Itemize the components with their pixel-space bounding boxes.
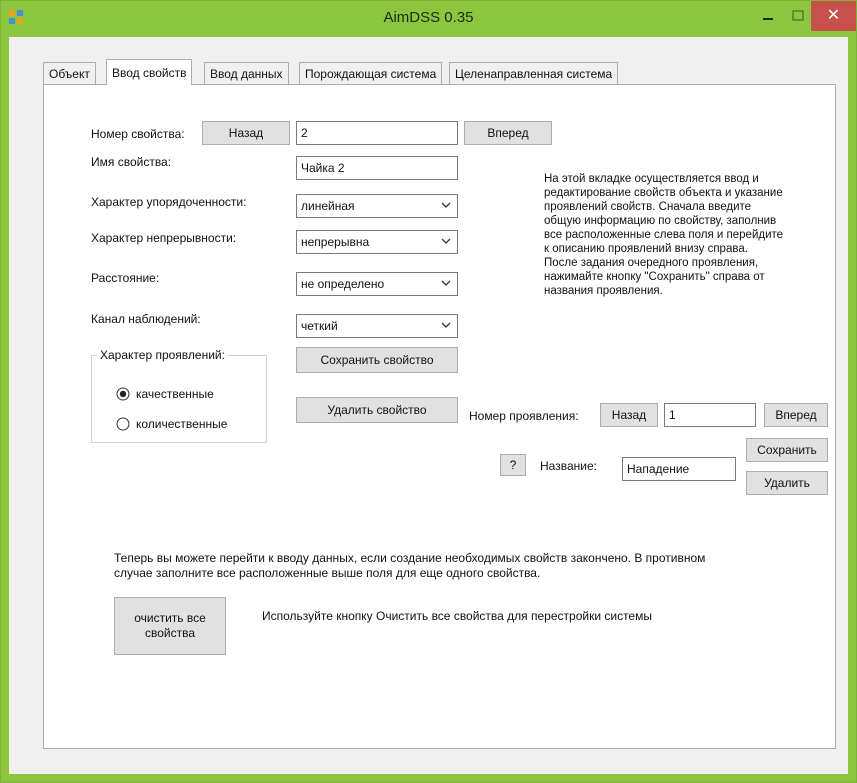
order-label: Характер упорядоченности:	[91, 195, 247, 209]
chevron-down-icon	[441, 322, 451, 328]
footer-hint: Теперь вы можете перейти к вводу данных,…	[114, 551, 706, 580]
order-select[interactable]: линейная	[296, 194, 458, 218]
tab-property-input[interactable]: Ввод свойств	[106, 59, 193, 85]
delete-manifestation-button[interactable]: Удалить	[746, 471, 828, 495]
order-select-value: линейная	[301, 199, 355, 213]
property-number-label: Номер свойства:	[91, 127, 185, 141]
distance-label: Расстояние:	[91, 271, 160, 285]
radio-selected-icon[interactable]	[116, 387, 130, 401]
clear-all-hint: Используйте кнопку Очистить все свойства…	[262, 609, 652, 623]
window-title: AimDSS 0.35	[383, 9, 474, 26]
channel-label: Канал наблюдений:	[91, 312, 201, 326]
minimize-icon[interactable]	[755, 6, 781, 28]
channel-select[interactable]: четкий	[296, 314, 458, 338]
property-forward-button[interactable]: Вперед	[464, 121, 552, 145]
info-description: На этой вкладке осуществляется ввод и ре…	[544, 173, 784, 297]
manifest-type-legend: Характер проявлений:	[97, 348, 228, 362]
radio-unselected-icon[interactable]	[116, 417, 130, 431]
channel-select-value: четкий	[301, 319, 338, 333]
continuity-label: Характер непрерывности:	[91, 231, 237, 245]
continuity-select-value: непрерывна	[301, 235, 370, 249]
clear-all-properties-button[interactable]: очистить все свойства	[114, 597, 226, 655]
chevron-down-icon	[441, 238, 451, 244]
manifestation-name-input[interactable]: Нападение	[622, 457, 736, 481]
chevron-down-icon	[441, 280, 451, 286]
manifest-type-group: Характер проявлений: качественные количе…	[91, 348, 267, 443]
tab-generating-system[interactable]: Порождающая система	[299, 62, 443, 84]
property-input-panel: Номер свойства: Назад 2 Вперед Имя свойс…	[43, 84, 836, 749]
manifestation-back-button[interactable]: Назад	[600, 403, 658, 427]
form-client-area: Объект Ввод свойств Ввод данных Порождаю…	[9, 37, 848, 774]
save-manifestation-button[interactable]: Сохранить	[746, 438, 828, 462]
manifestation-forward-button[interactable]: Вперед	[764, 403, 828, 427]
save-property-button[interactable]: Сохранить свойство	[296, 347, 458, 373]
continuity-select[interactable]: непрерывна	[296, 230, 458, 254]
manifestation-number-label: Номер проявления:	[469, 409, 579, 423]
property-back-button[interactable]: Назад	[202, 121, 290, 145]
tab-data-input[interactable]: Ввод данных	[204, 62, 289, 84]
distance-select[interactable]: не определено	[296, 272, 458, 296]
property-name-label: Имя свойства:	[91, 155, 172, 169]
distance-select-value: не определено	[301, 277, 385, 291]
chevron-down-icon	[441, 202, 451, 208]
help-button[interactable]: ?	[500, 454, 526, 476]
manifestation-name-label: Название:	[540, 459, 597, 473]
maximize-icon[interactable]	[785, 6, 811, 28]
tab-goal-system[interactable]: Целенаправленная система	[449, 62, 619, 84]
tab-object[interactable]: Объект	[43, 62, 96, 84]
property-name-input[interactable]: Чайка 2	[296, 156, 458, 180]
property-number-input[interactable]: 2	[296, 121, 458, 145]
app-window: AimDSS 0.35 ✕ Объект Ввод свойств Ввод д…	[0, 0, 857, 783]
delete-property-button[interactable]: Удалить свойство	[296, 397, 458, 423]
manifestation-number-input[interactable]: 1	[664, 403, 756, 427]
qualitative-option-label[interactable]: качественные	[136, 387, 214, 401]
close-icon[interactable]: ✕	[811, 1, 856, 31]
title-bar[interactable]: AimDSS 0.35 ✕	[1, 1, 856, 37]
quantitative-option-label[interactable]: количественные	[136, 417, 227, 431]
